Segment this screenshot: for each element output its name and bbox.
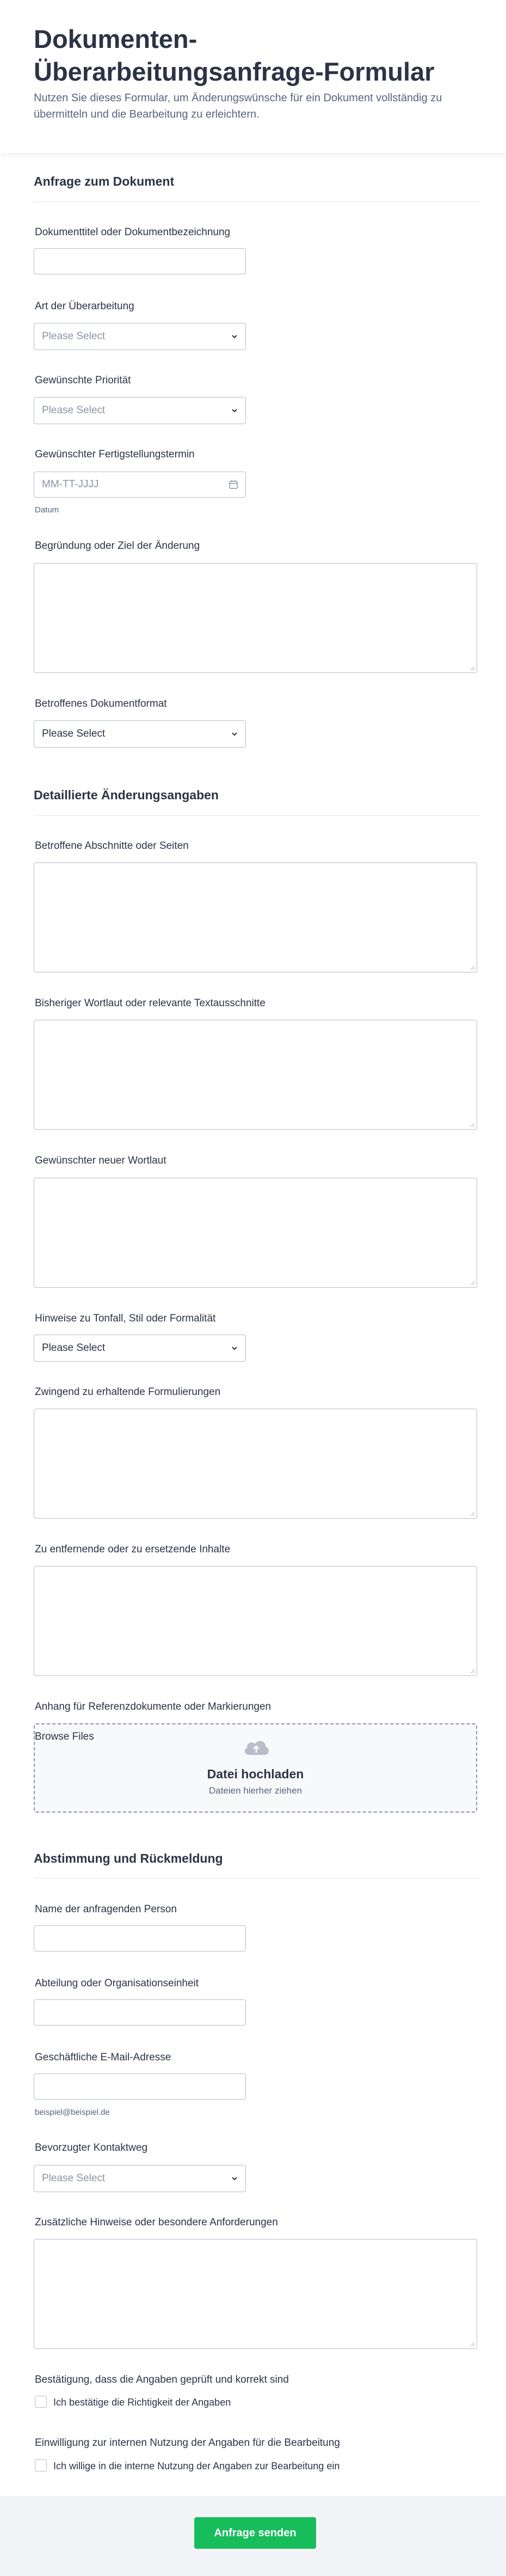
requester-name-label: Name der anfragenden Person	[35, 1904, 177, 1915]
remove-content-textarea[interactable]	[34, 1566, 477, 1676]
sections-affected-textarea[interactable]	[34, 862, 477, 972]
contact-method-label: Bevorzugter Kontaktweg	[35, 2142, 148, 2153]
department-label: Abteilung oder Organisationseinheit	[35, 1978, 199, 1989]
consent-option-label[interactable]: Ich willige in die interne Nutzung der A…	[53, 2461, 340, 2472]
notes-label: Zusätzliche Hinweise oder besondere Anfo…	[35, 2217, 278, 2228]
section-heading-document: Anfrage zum Dokument	[34, 174, 175, 188]
requester-name-input[interactable]	[34, 1925, 246, 1951]
department-input[interactable]	[34, 1999, 246, 2026]
chevron-down-icon	[232, 1347, 237, 1350]
confirm-option-label[interactable]: Ich bestätige die Richtigkeit der Angabe…	[53, 2397, 231, 2408]
email-sublabel: beispiel@beispiel.de	[35, 2108, 110, 2117]
resize-grip-icon[interactable]	[468, 664, 475, 671]
due-date-placeholder: MM-TT-JJJJ	[42, 479, 99, 490]
calendar-icon[interactable]	[228, 479, 239, 490]
form-subtitle: Nutzen Sie dieses Formular, um Änderungs…	[34, 92, 442, 120]
format-select[interactable]: Please Select	[34, 720, 246, 748]
doc-title-label: Dokumenttitel oder Dokumentbezeichnung	[35, 227, 231, 238]
priority-label: Gewünschte Priorität	[35, 375, 131, 386]
contact-method-placeholder: Please Select	[42, 2173, 106, 2184]
submit-button[interactable]: Anfrage senden	[194, 2517, 316, 2549]
contact-method-select[interactable]: Please Select	[34, 2165, 246, 2192]
file-upload-dropzone[interactable]: Browse Files Datei hochladen Dateien hie…	[34, 1723, 477, 1813]
resize-grip-icon[interactable]	[468, 1510, 475, 1516]
form-footer: Anfrage senden	[0, 2497, 506, 2576]
due-date-label: Gewünschter Fertigstellungstermin	[35, 449, 195, 460]
chevron-down-icon	[232, 335, 237, 339]
email-label: Geschäftliche E-Mail-Adresse	[35, 2052, 171, 2063]
priority-select[interactable]: Please Select	[34, 397, 246, 424]
doc-title-input[interactable]	[34, 248, 246, 274]
new-wording-label: Gewünschter neuer Wortlaut	[35, 1155, 166, 1166]
upload-title: Datei hochladen	[207, 1767, 304, 1781]
chevron-down-icon	[232, 732, 237, 736]
chevron-down-icon	[232, 409, 237, 413]
resize-grip-icon[interactable]	[468, 2340, 475, 2347]
format-label: Betroffenes Dokumentformat	[35, 698, 167, 709]
form-header: Dokumenten-Überarbeitungsanfrage-Formula…	[0, 0, 506, 154]
confirm-checkbox[interactable]	[35, 2396, 47, 2408]
section-heading-details: Detaillierte Änderungsangaben	[34, 788, 219, 802]
notes-textarea[interactable]	[34, 2239, 477, 2349]
form-title: Dokumenten-Überarbeitungsanfrage-Formula…	[34, 25, 435, 86]
resize-grip-icon[interactable]	[468, 1667, 475, 1674]
due-date-input[interactable]: MM-TT-JJJJ	[34, 472, 246, 498]
due-date-sublabel: Datum	[35, 505, 59, 515]
current-wording-textarea[interactable]	[34, 1020, 477, 1130]
tone-select[interactable]: Please Select	[34, 1335, 246, 1362]
attachment-label: Anhang für Referenzdokumente oder Markie…	[35, 1701, 271, 1712]
confirm-label: Bestätigung, dass die Angaben geprüft un…	[35, 2374, 289, 2385]
tone-value: Please Select	[42, 1342, 106, 1354]
remove-content-label: Zu entfernende oder zu ersetzende Inhalt…	[35, 1544, 231, 1555]
revision-type-placeholder: Please Select	[42, 331, 106, 342]
section-divider	[34, 815, 480, 816]
section-divider	[34, 201, 480, 202]
section-divider	[34, 1878, 480, 1879]
resize-grip-icon[interactable]	[468, 1121, 475, 1128]
section-heading-contact: Abstimmung und Rückmeldung	[34, 1851, 223, 1865]
reason-textarea[interactable]	[34, 563, 477, 673]
keep-phrases-label: Zwingend zu erhaltende Formulierungen	[35, 1386, 221, 1398]
sections-affected-label: Betroffene Abschnitte oder Seiten	[35, 840, 189, 852]
reason-label: Begründung oder Ziel der Änderung	[35, 540, 200, 552]
tone-label: Hinweise zu Tonfall, Stil oder Formalitä…	[35, 1313, 216, 1324]
resize-grip-icon[interactable]	[468, 964, 475, 970]
consent-checkbox[interactable]	[35, 2459, 47, 2471]
current-wording-label: Bisheriger Wortlaut oder relevante Texta…	[35, 998, 266, 1009]
upload-subtitle: Dateien hierher ziehen	[208, 1785, 303, 1796]
revision-type-label: Art der Überarbeitung	[35, 301, 134, 312]
chevron-down-icon	[232, 2177, 237, 2181]
browse-files-button[interactable]: Browse Files	[35, 1731, 94, 1743]
format-value: Please Select	[42, 728, 106, 739]
consent-label: Einwilligung zur internen Nutzung der An…	[35, 2437, 340, 2449]
priority-placeholder: Please Select	[42, 405, 106, 416]
upload-cloud-icon	[244, 1741, 269, 1755]
resize-grip-icon[interactable]	[468, 1279, 475, 1286]
new-wording-textarea[interactable]	[34, 1178, 477, 1288]
email-input[interactable]	[34, 2073, 246, 2100]
revision-type-select[interactable]: Please Select	[34, 323, 246, 350]
keep-phrases-textarea[interactable]	[34, 1409, 477, 1519]
